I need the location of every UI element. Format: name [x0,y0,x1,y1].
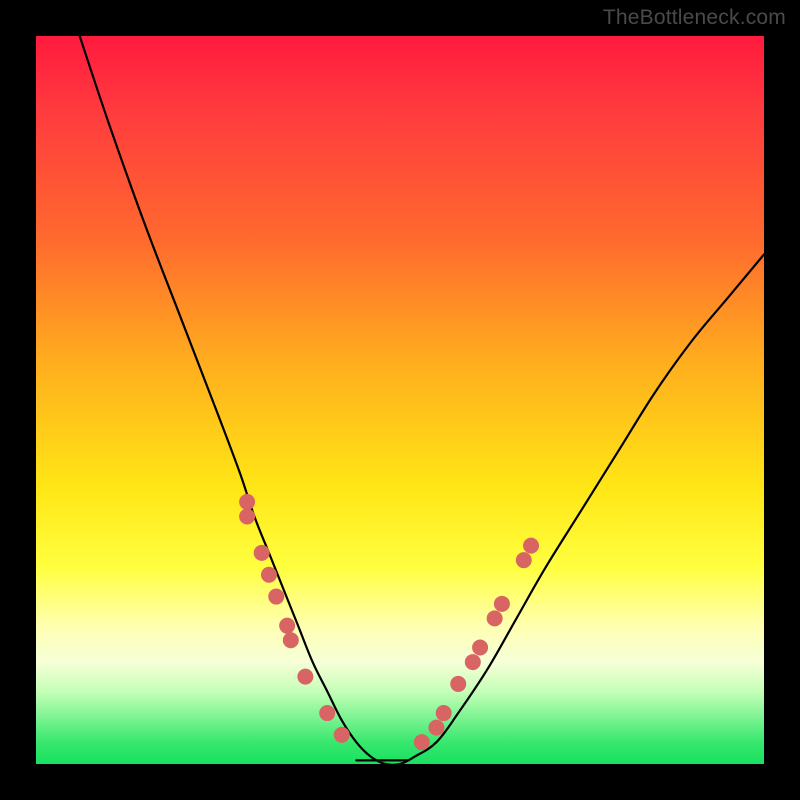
marker-dot [436,705,452,721]
marker-dot [465,654,481,670]
marker-dot [239,508,255,524]
plot-area [36,36,764,764]
marker-dot [268,589,284,605]
marker-dot [494,596,510,612]
marker-dot [523,538,539,554]
marker-dot [516,552,532,568]
marker-dot [283,632,299,648]
marker-dot [487,610,503,626]
marker-dot [279,618,295,634]
watermark-text: TheBottleneck.com [603,6,786,30]
marker-dot [334,727,350,743]
markers-right [414,538,539,751]
marker-dot [428,720,444,736]
marker-dot [319,705,335,721]
marker-dot [297,669,313,685]
marker-dot [450,676,466,692]
bottleneck-curve [80,36,764,765]
marker-dot [254,545,270,561]
curve-svg [36,36,764,764]
marker-dot [472,640,488,656]
marker-dot [239,494,255,510]
chart-frame: TheBottleneck.com [0,0,800,800]
marker-dot [414,734,430,750]
marker-dot [261,567,277,583]
